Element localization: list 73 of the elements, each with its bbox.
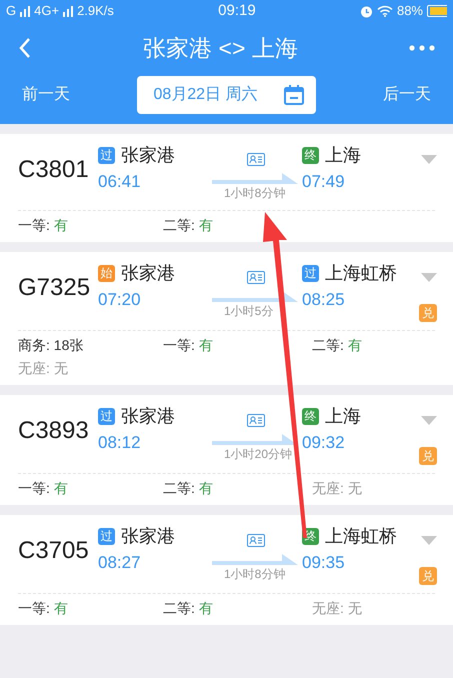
station-tag: 过 — [98, 528, 115, 544]
seat-availability: 二等: 有 — [163, 599, 214, 618]
duration-text: 1小时8分钟 — [223, 185, 286, 202]
caret-icon — [421, 416, 437, 426]
station-name: 张家港 — [121, 525, 175, 548]
battery-icon — [427, 5, 447, 17]
station-tag: 终 — [302, 408, 319, 424]
back-button[interactable] — [18, 36, 32, 60]
seat-availability: 无座: 无 — [312, 599, 363, 618]
id-card-icon — [247, 534, 265, 548]
seat-availability: 一等: 有 — [18, 479, 69, 498]
station-name: 张家港 — [121, 405, 175, 428]
seat-availability: 二等: 有 — [163, 479, 214, 498]
battery-level: 88% — [396, 2, 423, 20]
exchange-tag: 兑 — [419, 304, 437, 322]
station-tag: 始 — [98, 264, 115, 282]
train-card[interactable]: G7325 始 张家港 07:20 1小时5分 过 上海虹桥 08:25 兑 商务: 18张 一等: 有 二等: 有 无座: 无 — [0, 252, 453, 385]
alarm-icon — [360, 4, 373, 18]
station-name: 上海虹桥 — [325, 262, 397, 285]
time-text: 08:12 — [98, 433, 141, 452]
duration-text: 1小时5分 — [223, 303, 274, 320]
caret-icon — [421, 155, 437, 164]
date-text: 08月22日 周六 — [153, 84, 258, 105]
station-name: 上海虹桥 — [325, 525, 397, 548]
train-card[interactable]: C3801 过 张家港 06:41 1小时8分钟 终 上海 07:49 一等: 有 二等: 有 — [0, 134, 453, 242]
train-card[interactable]: C3893 过 张家港 08:12 1小时20分钟 终 上海 09:32 兑 一等: 有 二等: 有 无座: 无 — [0, 395, 453, 505]
exchange-tag: 兑 — [419, 567, 437, 585]
id-card-icon — [247, 414, 265, 428]
duration-text: 1小时8分钟 — [223, 566, 286, 583]
seat-availability: 商务: 18张 — [18, 336, 84, 355]
time-text: 09:35 — [302, 553, 345, 572]
carrier-label: G — [6, 2, 16, 20]
id-card-icon — [247, 271, 265, 284]
more-icon — [409, 44, 435, 51]
network-label: 4G+ — [34, 2, 60, 20]
station-name: 上海 — [325, 405, 361, 428]
back-icon — [18, 36, 32, 59]
train-number: C3705 — [18, 536, 90, 566]
train-number: C3801 — [18, 155, 90, 185]
seat-availability: 一等: 有 — [18, 216, 69, 235]
network-speed: 2.9K/s — [77, 2, 114, 20]
station-name: 上海 — [325, 144, 361, 167]
time-text: 08:27 — [98, 553, 141, 572]
duration-text: 1小时20分钟 — [223, 446, 294, 463]
time-text: 07:49 — [302, 172, 345, 191]
seat-availability: 无座: 无 — [312, 479, 363, 498]
station-tag: 终 — [302, 146, 319, 164]
train-number: G7325 — [18, 273, 92, 303]
signal-icon — [63, 5, 74, 17]
seat-availability: 二等: 有 — [163, 216, 214, 235]
seat-availability: 无座: 无 — [18, 359, 69, 378]
id-card-icon — [247, 153, 265, 166]
time-text: 07:20 — [98, 290, 141, 309]
station-name: 张家港 — [121, 144, 175, 167]
station-name: 张家港 — [121, 262, 175, 285]
caret-icon — [421, 273, 437, 282]
seat-availability: 二等: 有 — [312, 336, 363, 355]
caret-icon — [421, 536, 437, 546]
train-number: C3893 — [18, 416, 90, 446]
time-text: 06:41 — [98, 172, 141, 191]
seat-availability: 一等: 有 — [18, 599, 69, 618]
station-tag: 过 — [302, 264, 319, 282]
calendar-icon — [284, 85, 304, 105]
seat-availability: 一等: 有 — [163, 336, 214, 355]
clock: 09:19 — [218, 2, 256, 19]
signal-icon — [20, 5, 30, 17]
station-tag: 过 — [98, 146, 115, 164]
wifi-icon — [376, 5, 393, 17]
station-tag: 过 — [98, 408, 115, 424]
page-title: 张家港 <> 上海 — [143, 34, 298, 61]
exchange-tag: 兑 — [419, 447, 437, 465]
time-text: 08:25 — [302, 290, 345, 309]
time-text: 09:32 — [302, 433, 345, 452]
